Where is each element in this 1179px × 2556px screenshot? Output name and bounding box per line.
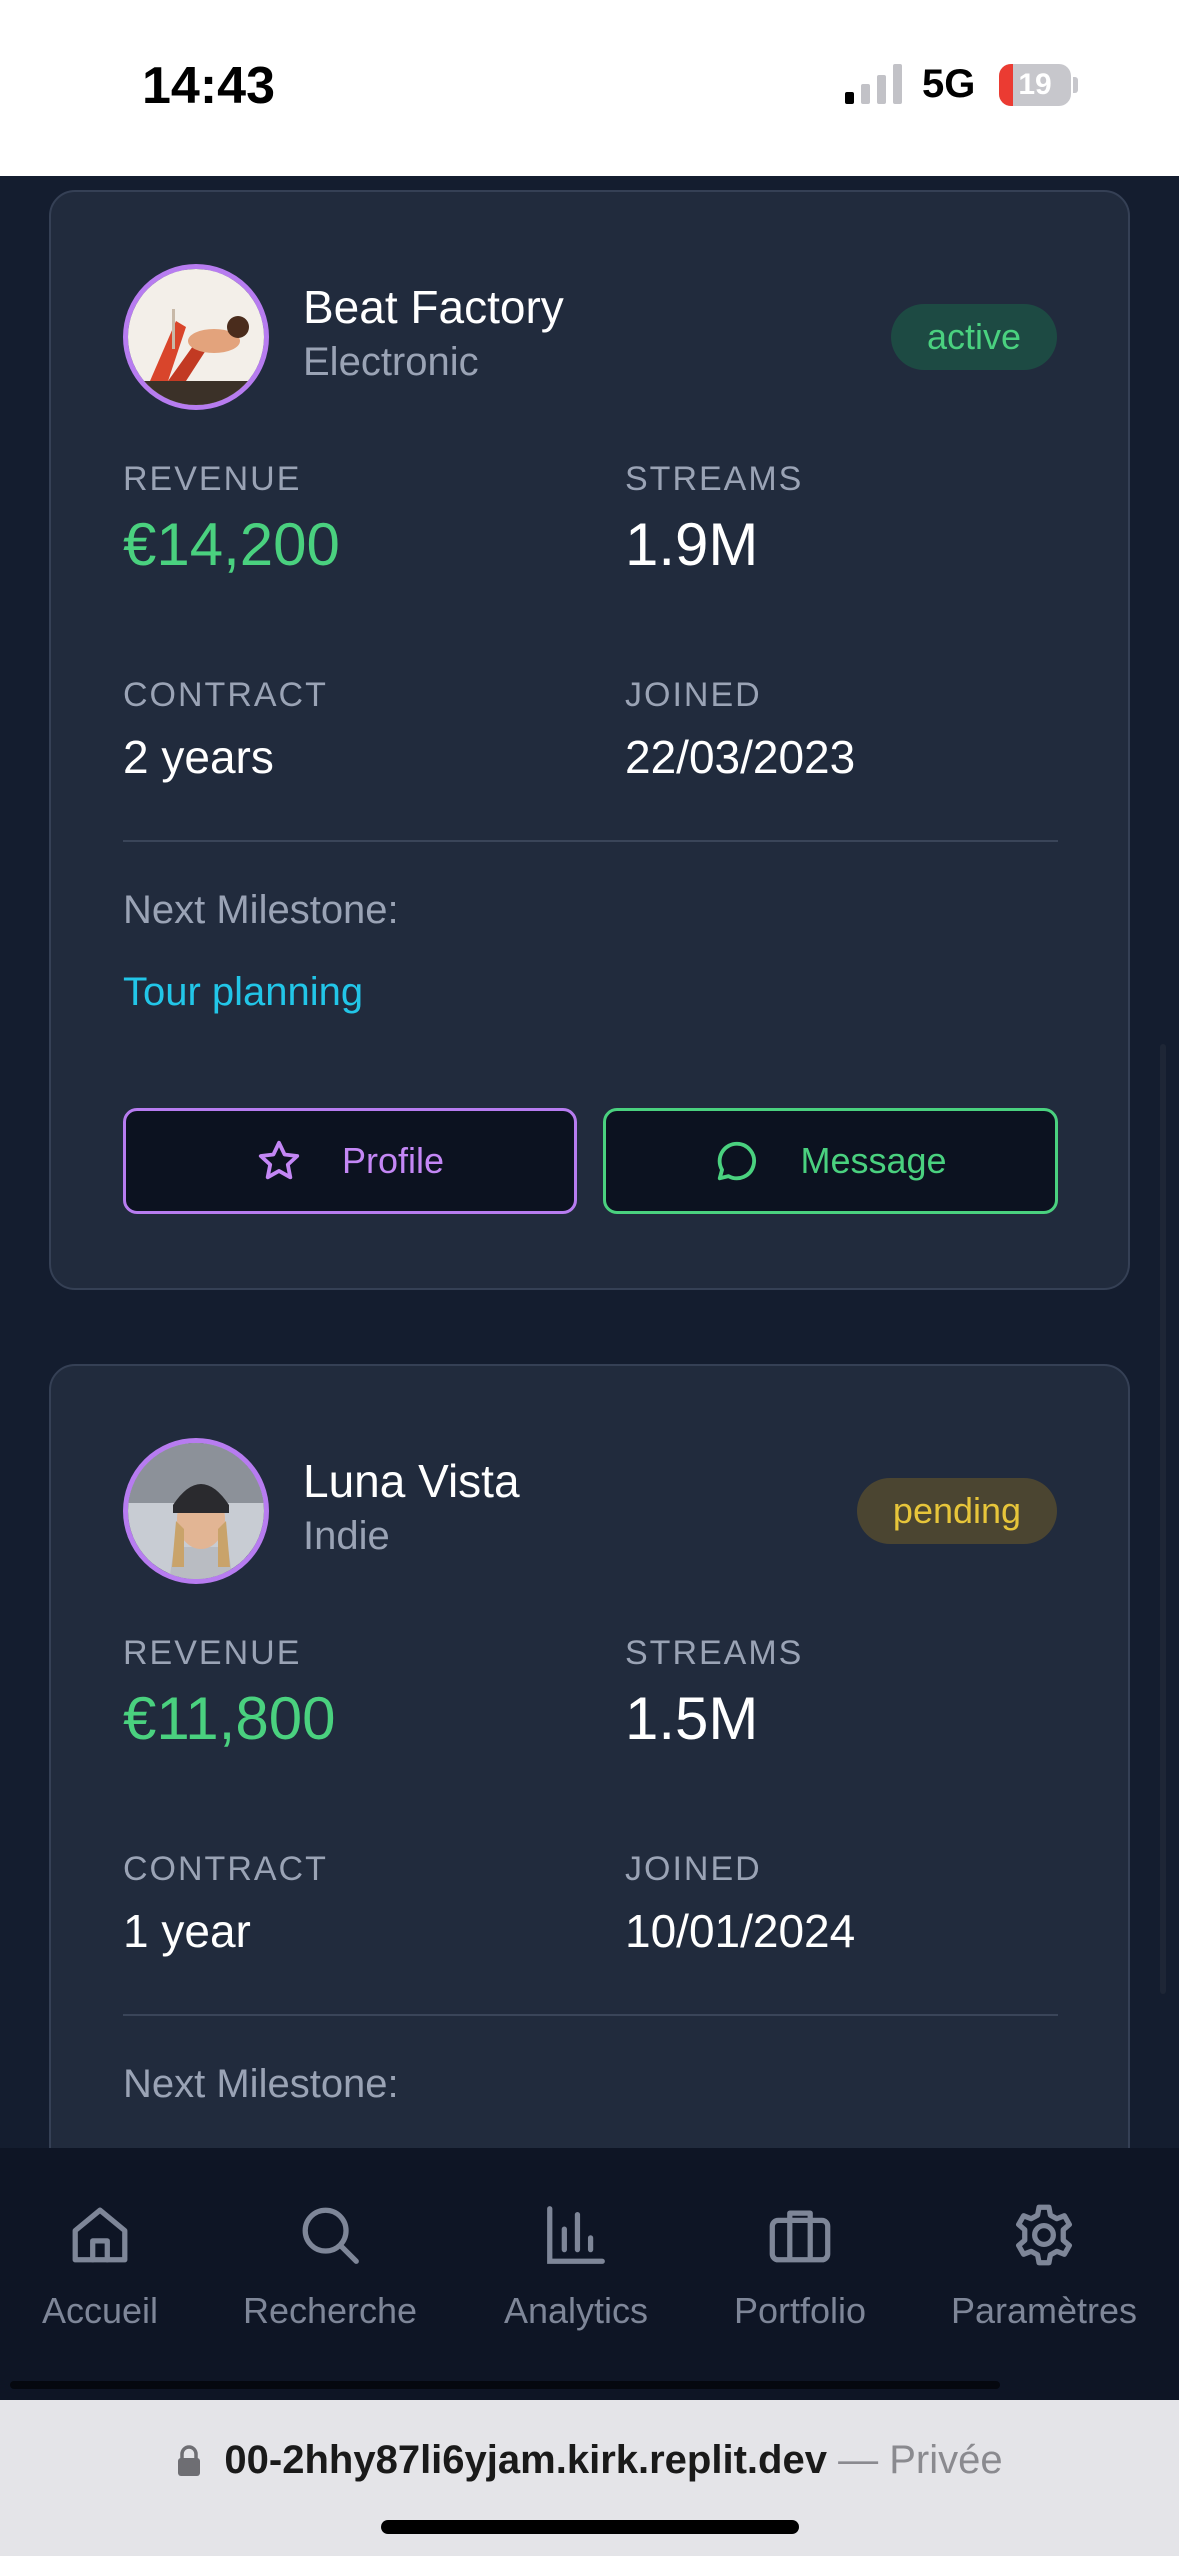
artist-card: Beat Factory Electronic active REVENUE €… (49, 190, 1130, 1290)
artist-genre: Electronic (303, 340, 479, 384)
message-button-label: Message (800, 1140, 947, 1181)
url-text: 00-2hhy87li6yjam.kirk.replit.dev (224, 2438, 827, 2482)
home-indicator (381, 2520, 799, 2534)
lock-icon (178, 2445, 201, 2476)
streams-label: STREAMS (625, 460, 804, 498)
nav-item-analytics[interactable]: Analytics (476, 2200, 676, 2332)
gear-icon (1016, 2204, 1072, 2266)
joined-value: 10/01/2024 (625, 1905, 856, 1957)
avatar (123, 1438, 269, 1584)
avatar (123, 264, 269, 410)
star-icon (258, 1140, 300, 1180)
nav-label: Portfolio (733, 2290, 867, 2331)
nav-item-portfolio[interactable]: Portfolio (700, 2200, 900, 2332)
horizontal-scrollbar (10, 2381, 1000, 2389)
artist-card: Luna Vista Indie pending REVENUE €11,800… (49, 1364, 1130, 2148)
milestone-value: Tour planning (123, 970, 364, 1014)
revenue-label: REVENUE (123, 1634, 302, 1672)
contract-value: 1 year (123, 1905, 251, 1957)
nav-label: Recherche (242, 2290, 418, 2331)
status-bar: 14:43 5G 19 (0, 0, 1179, 176)
battery-level: 19 (1018, 68, 1052, 101)
contract-value: 2 years (123, 731, 274, 783)
streams-value: 1.5M (625, 1685, 759, 1752)
artist-list[interactable]: Beat Factory Electronic active REVENUE €… (0, 176, 1179, 2148)
joined-label: JOINED (625, 1850, 762, 1888)
streams-value: 1.9M (625, 511, 759, 578)
search-icon (302, 2207, 359, 2264)
battery-icon: 19 (999, 64, 1079, 106)
bar-chart-icon (547, 2206, 605, 2264)
private-label: — Privée (838, 2438, 1003, 2482)
joined-value: 22/03/2023 (625, 731, 856, 783)
nav-label: Analytics (503, 2290, 649, 2331)
contract-label: CONTRACT (123, 1850, 328, 1888)
nav-label: Accueil (41, 2290, 159, 2331)
profile-button[interactable]: Profile (123, 1108, 577, 1214)
profile-button-label: Profile (341, 1140, 445, 1181)
nav-item-accueil[interactable]: Accueil (0, 2200, 200, 2332)
joined-label: JOINED (625, 676, 762, 714)
artist-name: Luna Vista (303, 1455, 520, 1507)
status-badge: pending (857, 1478, 1057, 1544)
streams-label: STREAMS (625, 1634, 804, 1672)
scrollbar[interactable] (1160, 1044, 1166, 1994)
home-icon (72, 2207, 128, 2263)
revenue-value: €11,800 (123, 1685, 336, 1752)
artist-genre: Indie (303, 1514, 390, 1558)
cellular-signal-icon (845, 64, 902, 104)
milestone-label: Next Milestone: (123, 888, 399, 932)
network-type: 5G (922, 62, 976, 106)
nav-item-parametres[interactable]: Paramètres (944, 2200, 1144, 2332)
briefcase-icon (769, 2210, 831, 2263)
divider (123, 840, 1058, 842)
artist-name: Beat Factory (303, 281, 564, 333)
status-badge: active (891, 304, 1057, 370)
divider (123, 2014, 1058, 2016)
nav-label: Paramètres (950, 2290, 1138, 2331)
message-button[interactable]: Message (603, 1108, 1058, 1214)
revenue-label: REVENUE (123, 460, 302, 498)
milestone-label: Next Milestone: (123, 2062, 399, 2106)
nav-item-recherche[interactable]: Recherche (230, 2200, 430, 2332)
chat-bubble-icon (718, 1141, 757, 1181)
revenue-value: €14,200 (123, 511, 340, 578)
contract-label: CONTRACT (123, 676, 328, 714)
status-time: 14:43 (142, 57, 275, 115)
